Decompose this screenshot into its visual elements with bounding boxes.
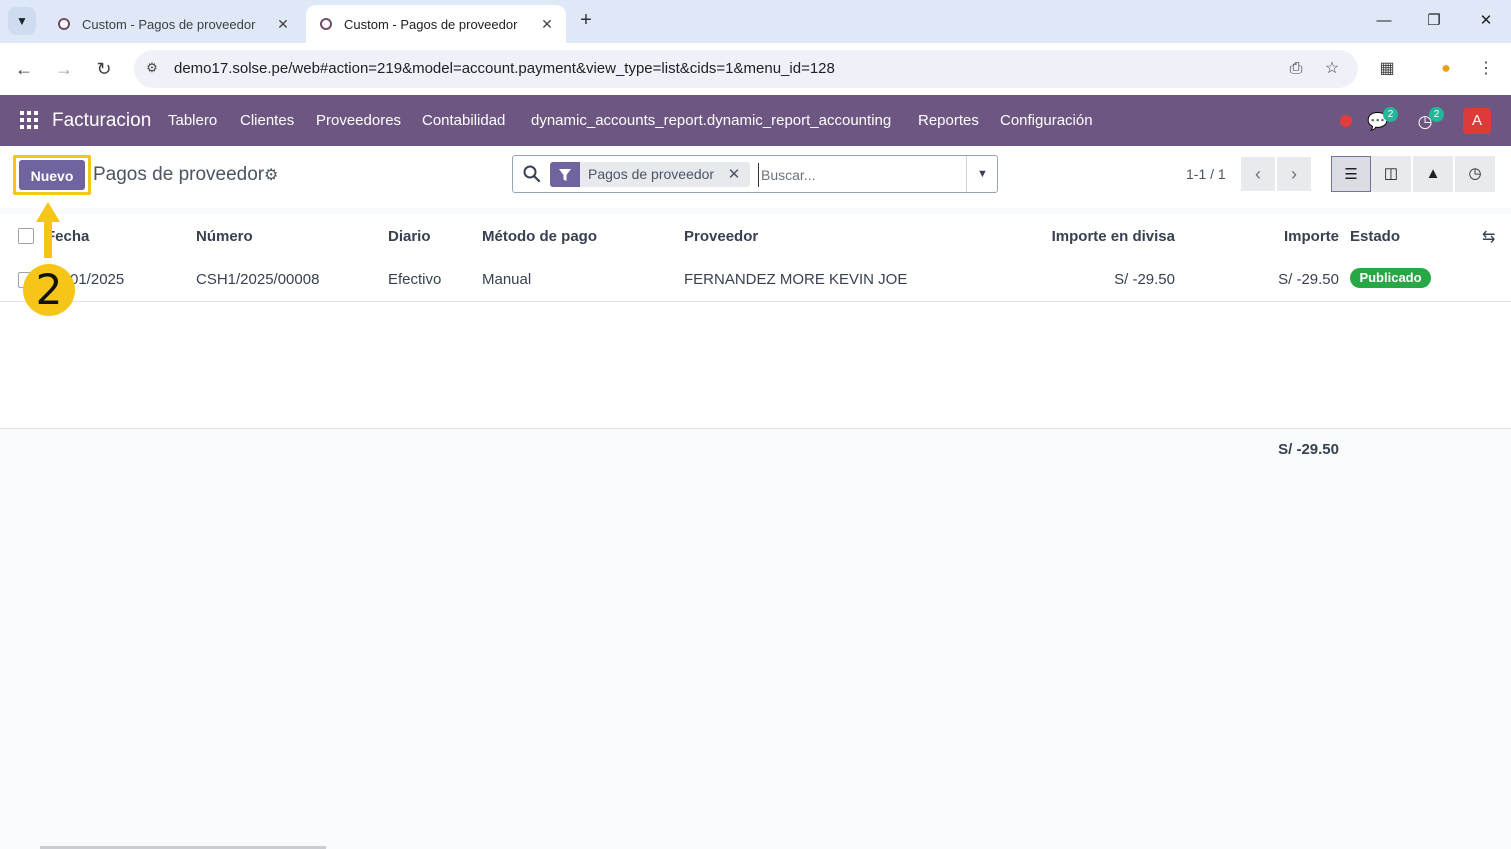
tab-list-button[interactable]: ▼ bbox=[8, 7, 36, 35]
close-window-icon[interactable]: ✕ bbox=[1466, 8, 1506, 34]
odoo-favicon-icon bbox=[320, 18, 332, 30]
cell-importe: S/ -29.50 bbox=[1278, 271, 1339, 288]
minimize-icon[interactable]: — bbox=[1364, 8, 1404, 34]
pager-previous-button[interactable]: ‹ bbox=[1241, 157, 1275, 191]
cell-diario: Efectivo bbox=[388, 271, 442, 288]
back-icon[interactable]: ← bbox=[11, 56, 37, 82]
column-metodo-pago[interactable]: Método de pago bbox=[482, 228, 597, 245]
tab-title: Custom - Pagos de proveedor bbox=[344, 16, 518, 32]
search-facet: Pagos de proveedor bbox=[580, 162, 750, 187]
forward-icon[interactable]: → bbox=[51, 56, 77, 82]
close-icon[interactable]: ✕ bbox=[272, 16, 294, 33]
close-icon[interactable]: ✕ bbox=[536, 16, 558, 33]
messages-count-badge: 2 bbox=[1383, 107, 1398, 122]
reload-icon[interactable]: ↻ bbox=[91, 56, 117, 82]
restore-icon[interactable]: ❐ bbox=[1414, 8, 1454, 34]
chevron-down-icon: ▼ bbox=[16, 14, 28, 28]
url-text[interactable]: demo17.solse.pe/web#action=219&model=acc… bbox=[174, 60, 835, 77]
recording-icon[interactable] bbox=[1340, 115, 1352, 127]
gear-icon[interactable]: ⚙ bbox=[264, 165, 278, 185]
optional-columns-icon[interactable]: ⇆ bbox=[1482, 227, 1500, 246]
browser-tab-2[interactable]: Custom - Pagos de proveedor ✕ bbox=[306, 5, 566, 43]
column-importe-divisa[interactable]: Importe en divisa bbox=[975, 228, 1175, 245]
column-diario[interactable]: Diario bbox=[388, 228, 431, 245]
menu-item-contabilidad[interactable]: Contabilidad bbox=[422, 112, 505, 129]
pager-value[interactable]: 1-1 / 1 bbox=[1186, 166, 1226, 182]
new-button[interactable]: Nuevo bbox=[19, 160, 85, 190]
browser-tab-1[interactable]: Custom - Pagos de proveedor ✕ bbox=[44, 5, 302, 43]
pager-next-button[interactable]: › bbox=[1277, 157, 1311, 191]
area-chart-icon: ▲ bbox=[1425, 165, 1441, 182]
filter-icon bbox=[550, 162, 580, 187]
caret-down-icon[interactable]: ▼ bbox=[966, 156, 998, 192]
list-icon: ☰ bbox=[1344, 166, 1358, 183]
column-estado[interactable]: Estado bbox=[1350, 228, 1400, 245]
empty-row bbox=[0, 302, 1511, 345]
column-numero[interactable]: Número bbox=[196, 228, 253, 245]
status-badge: Publicado bbox=[1350, 268, 1431, 288]
table-total: S/ -29.50 bbox=[1278, 441, 1339, 458]
empty-row bbox=[0, 386, 1511, 429]
cell-proveedor: FERNANDEZ MORE KEVIN JOE bbox=[684, 271, 908, 288]
kanban-icon: ◫ bbox=[1383, 165, 1399, 182]
site-info-icon[interactable]: ⚙ bbox=[143, 59, 161, 77]
select-all-checkbox[interactable] bbox=[18, 228, 34, 244]
odoo-favicon-icon bbox=[58, 18, 70, 30]
cell-metodo: Manual bbox=[482, 271, 532, 288]
cell-importe-divisa: S/ -29.50 bbox=[1114, 271, 1175, 288]
column-importe[interactable]: Importe bbox=[1239, 228, 1339, 245]
tab-title: Custom - Pagos de proveedor bbox=[82, 16, 256, 32]
star-icon[interactable]: ☆ bbox=[1320, 57, 1344, 81]
empty-row bbox=[0, 344, 1511, 387]
menu-item-proveedores[interactable]: Proveedores bbox=[316, 112, 401, 129]
search-input[interactable] bbox=[758, 163, 961, 187]
activity-view-button[interactable]: ◷ bbox=[1455, 156, 1495, 192]
menu-item-reportes[interactable]: Reportes bbox=[918, 112, 979, 129]
clock-icon: ◷ bbox=[1468, 165, 1482, 182]
profile-icon[interactable]: ● bbox=[1434, 57, 1458, 81]
avatar[interactable]: A bbox=[1463, 108, 1491, 134]
install-icon[interactable]: ⎙ bbox=[1284, 57, 1308, 81]
annotation-arrow-icon bbox=[36, 202, 60, 258]
app-brand[interactable]: Facturacion bbox=[52, 110, 151, 132]
kebab-menu-icon[interactable]: ⋮ bbox=[1474, 57, 1498, 81]
activities-count-badge: 2 bbox=[1429, 107, 1444, 122]
search-icon[interactable] bbox=[522, 164, 542, 184]
cell-numero: CSH1/2025/00008 bbox=[196, 271, 320, 288]
plus-icon[interactable]: + bbox=[574, 9, 598, 33]
annotation-step-badge: 2 bbox=[23, 264, 75, 316]
page-title: Pagos de proveedor bbox=[93, 164, 265, 185]
apps-grid-icon[interactable] bbox=[20, 111, 38, 129]
graph-view-button[interactable]: ▲ bbox=[1413, 156, 1453, 192]
menu-item-tablero[interactable]: Tablero bbox=[168, 112, 217, 129]
list-view-button[interactable]: ☰ bbox=[1331, 156, 1371, 192]
remove-facet-icon[interactable]: ✕ bbox=[726, 162, 742, 187]
extensions-icon[interactable]: ▦ bbox=[1375, 57, 1399, 81]
kanban-view-button[interactable]: ◫ bbox=[1371, 156, 1411, 192]
cell-fecha: 01/2025 bbox=[70, 271, 125, 288]
menu-item-dynamic-report[interactable]: dynamic_accounts_report.dynamic_report_a… bbox=[531, 112, 891, 129]
menu-item-clientes[interactable]: Clientes bbox=[240, 112, 294, 129]
menu-item-configuracion[interactable]: Configuración bbox=[1000, 112, 1093, 129]
column-proveedor[interactable]: Proveedor bbox=[684, 228, 758, 245]
